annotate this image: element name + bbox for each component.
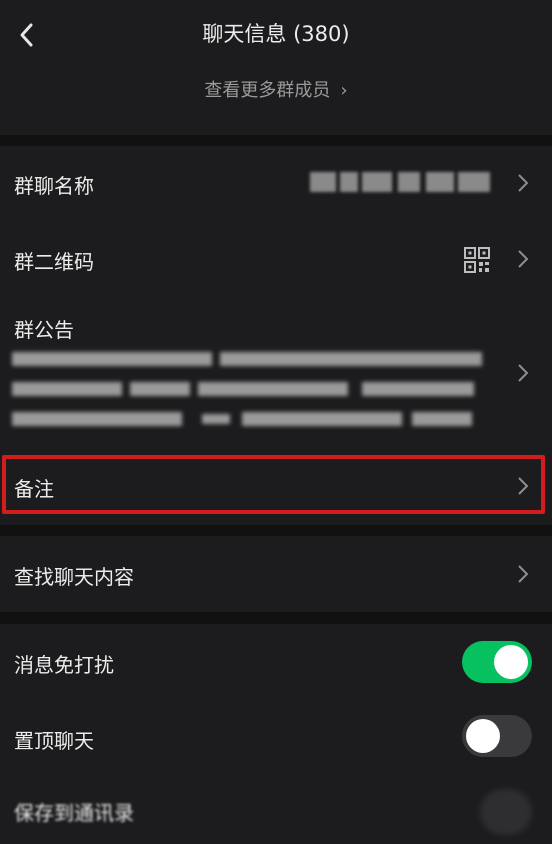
search-chat-history-label: 查找聊天内容: [14, 565, 134, 589]
mute-notifications-label: 消息免打扰: [14, 653, 114, 677]
page-title: 聊天信息 (380): [202, 22, 350, 46]
view-more-members-label: 查看更多群成员: [204, 80, 331, 101]
mute-notifications-toggle[interactable]: [462, 641, 532, 683]
mute-notifications-row: 消息免打扰: [0, 624, 552, 700]
sticky-chat-row: 置顶聊天: [0, 700, 552, 776]
remark-highlight-box: [2, 455, 545, 514]
group-name-label: 群聊名称: [14, 174, 94, 198]
chevron-right-icon: [518, 174, 528, 192]
chevron-right-icon: [518, 364, 528, 382]
group-name-row[interactable]: 群聊名称: [0, 146, 552, 220]
group-announcement-label: 群公告: [14, 318, 74, 342]
sticky-chat-label: 置顶聊天: [14, 729, 94, 753]
group-announcement-text-blurred: [12, 350, 482, 436]
chevron-right-icon: [518, 250, 528, 268]
toggle-knob: [466, 719, 500, 753]
sticky-chat-toggle[interactable]: [462, 715, 532, 757]
qr-code-icon: [464, 247, 490, 273]
group-name-value-blurred: [310, 172, 490, 192]
save-to-contacts-toggle[interactable]: [480, 789, 532, 835]
search-chat-history-row[interactable]: 查找聊天内容: [0, 536, 552, 612]
chevron-right-icon: [518, 565, 528, 583]
view-more-members-link[interactable]: 查看更多群成员 ›: [0, 76, 552, 102]
save-to-contacts-label: 保存到通讯录: [14, 801, 134, 825]
group-qr-code-label: 群二维码: [14, 250, 94, 274]
header: 聊天信息 (380) 查看更多群成员 ›: [0, 0, 552, 135]
chevron-right-icon: ›: [340, 80, 348, 101]
toggle-knob: [494, 645, 528, 679]
